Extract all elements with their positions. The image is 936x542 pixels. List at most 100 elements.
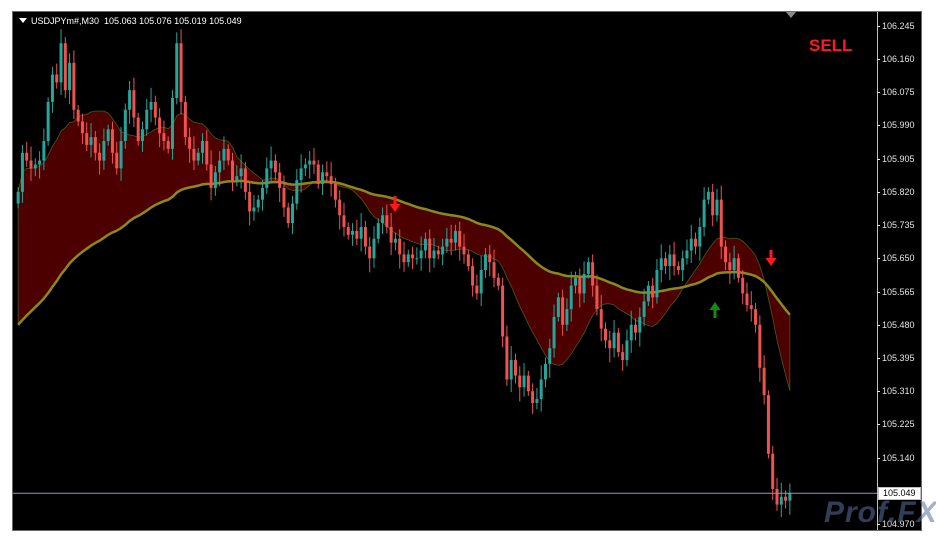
candle-body: [140, 129, 144, 142]
candle-body: [428, 238, 432, 259]
price-tick-label: 105.735: [877, 220, 915, 231]
price-tick-label: 105.650: [877, 253, 915, 264]
candle-body: [788, 492, 792, 501]
price-tick-label: 105.565: [877, 286, 915, 297]
chart-window[interactable]: USDJPYm#,M30 105.063 105.076 105.019 105…: [12, 11, 922, 531]
candle-body: [501, 285, 505, 337]
candle-body: [175, 43, 179, 99]
candle-body: [702, 199, 706, 228]
candle-body: [458, 230, 462, 247]
candle-body: [308, 160, 312, 165]
dropdown-triangle-icon[interactable]: [19, 18, 27, 23]
candle-body: [668, 254, 672, 267]
signal-label: SELL: [809, 36, 853, 55]
candle-body: [402, 254, 406, 263]
candle-body: [535, 399, 539, 403]
candle-body: [123, 109, 127, 142]
watermark-logo: Prof.FX: [824, 496, 936, 529]
candle-body: [689, 238, 693, 251]
candle-body: [492, 262, 496, 278]
candle-body: [385, 215, 389, 228]
candle-body: [278, 172, 282, 188]
candle-body: [724, 246, 728, 263]
candle-body: [342, 215, 346, 228]
buy-arrow-icon: [709, 302, 721, 318]
candle-body: [59, 43, 63, 83]
candle-body: [16, 191, 20, 204]
candle-body: [732, 258, 736, 271]
candle-body: [471, 266, 475, 286]
candle-body: [441, 246, 445, 255]
candle-body: [372, 238, 376, 259]
candle-body: [119, 141, 123, 169]
candle-body: [616, 332, 620, 353]
candle-body: [509, 359, 513, 380]
chart-shift-marker-icon[interactable]: [786, 12, 796, 18]
candle-body: [436, 250, 440, 255]
candle-body: [252, 207, 256, 212]
candle-body: [188, 137, 192, 149]
candle-body: [42, 141, 46, 161]
candle-body: [406, 254, 410, 263]
candle-body: [346, 227, 350, 235]
candle-body: [239, 168, 243, 177]
candle-body: [479, 270, 483, 294]
candle-body: [694, 238, 698, 247]
candle-body: [784, 496, 788, 501]
candle-body: [102, 141, 106, 161]
candle-body: [779, 496, 783, 505]
candle-body: [333, 184, 337, 200]
candle-body: [453, 230, 457, 243]
candle-body: [273, 160, 277, 173]
candle-body: [33, 164, 37, 169]
candle-body: [149, 101, 153, 110]
price-tick-label: 105.140: [877, 452, 915, 463]
candle-body: [552, 316, 556, 349]
candle-body: [286, 207, 290, 224]
candle-body: [681, 258, 685, 271]
candle-body: [368, 246, 372, 259]
candle-body: [376, 223, 380, 239]
candle-body: [608, 340, 612, 349]
candle-body: [466, 254, 470, 267]
candle-body: [80, 121, 84, 134]
candle-body: [522, 375, 526, 388]
candle-body: [745, 293, 749, 306]
symbol-header[interactable]: USDJPYm#,M30 105.063 105.076 105.019 105…: [19, 15, 242, 27]
candle-body: [110, 129, 114, 153]
candle-body: [423, 238, 427, 251]
candle-body: [561, 297, 565, 325]
price-tick-label: 105.225: [877, 419, 915, 430]
price-tick-label: 105.480: [877, 319, 915, 330]
candle-body: [158, 117, 162, 134]
candle-body: [646, 285, 650, 302]
price-plot[interactable]: [13, 12, 877, 530]
candle-body: [196, 152, 200, 161]
candle-body: [162, 133, 166, 142]
candle-body: [483, 254, 487, 271]
candle-body: [282, 187, 286, 208]
candle-body: [299, 168, 303, 181]
candle-body: [736, 258, 740, 278]
candle-body: [200, 141, 204, 153]
candle-body: [72, 62, 76, 110]
candle-body: [248, 191, 252, 212]
candle-body: [513, 359, 517, 376]
candle-body: [393, 238, 397, 243]
sell-arrow-icon: [765, 250, 777, 266]
candle-body: [261, 187, 265, 200]
candle-body: [775, 488, 779, 505]
candle-body: [475, 285, 479, 294]
price-tick-label: 105.905: [877, 153, 915, 164]
candle-body: [634, 324, 638, 333]
candle-body: [586, 262, 590, 274]
candle-body: [531, 391, 535, 403]
price-tick-label: 105.990: [877, 120, 915, 131]
candle-body: [269, 160, 273, 169]
price-axis[interactable]: 106.245 106.160 106.075 105.990 105.905 105.8…: [877, 12, 921, 530]
candle-body: [612, 332, 616, 349]
candle-body: [222, 148, 226, 161]
candle-body: [145, 109, 149, 130]
candle-body: [389, 227, 393, 243]
candle-body: [573, 277, 577, 286]
